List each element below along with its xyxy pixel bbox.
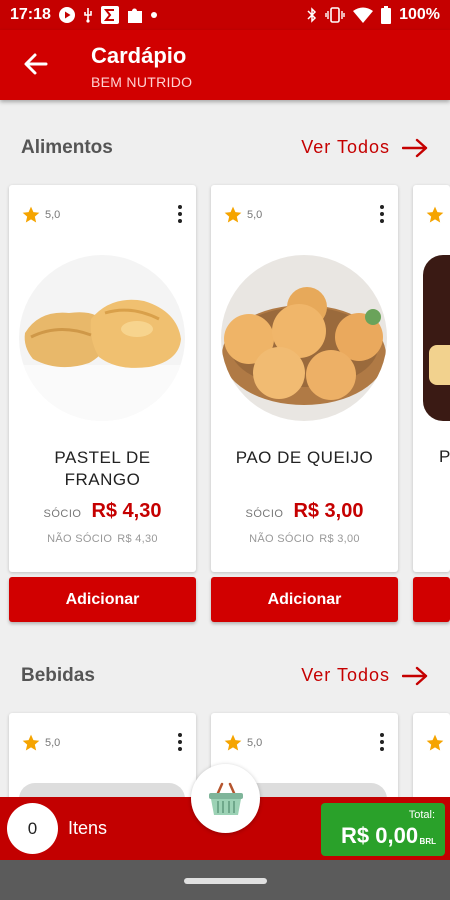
rating-value: 5,0 — [45, 737, 61, 749]
bluetooth-icon — [307, 7, 317, 23]
member-label: SÓCIO — [245, 508, 284, 520]
nonmember-price-row: NÃO SÓCIO R$ 3,00 — [211, 533, 398, 545]
total-label: Total: — [408, 809, 435, 821]
see-all-label: Ver Todos — [301, 665, 390, 685]
product-image-pastel — [19, 255, 185, 421]
member-price-row: SÓCIO R$ 3,00 — [211, 500, 398, 523]
system-nav-bar — [0, 860, 450, 900]
member-label: SÓCIO — [43, 508, 82, 520]
nonmember-price: R$ 3,00 — [319, 533, 360, 545]
see-all-alimentos-link[interactable]: Ver Todos — [301, 137, 428, 158]
rating-value: 5,0 — [247, 209, 263, 221]
product-image-pao-de-queijo — [221, 255, 387, 421]
app-bar: Cardápio BEM NUTRIDO — [0, 30, 450, 100]
sigma-icon — [100, 6, 119, 24]
more-options-icon[interactable] — [178, 733, 182, 751]
wifi-icon — [353, 7, 374, 23]
member-price-row: SÓCIO R$ 4,30 — [9, 500, 196, 523]
add-button[interactable]: Adicionar — [211, 577, 398, 622]
star-icon — [426, 734, 444, 751]
battery-percent: 100% — [399, 6, 440, 23]
more-options-icon[interactable] — [178, 205, 182, 223]
arrow-left-icon[interactable] — [22, 50, 50, 78]
nonmember-label: NÃO SÓCIO — [47, 533, 113, 545]
rating: 5,0 — [223, 733, 262, 753]
cart-items-label: Itens — [68, 818, 108, 838]
more-options-icon[interactable] — [380, 733, 384, 751]
product-image-partial — [423, 255, 450, 421]
nonmember-price: R$ 4,30 — [117, 533, 158, 545]
member-price: R$ 3,00 — [293, 500, 364, 522]
product-name: PASTEL DE FRANGO — [54, 448, 151, 489]
nonmember-label: NÃO SÓCIO — [249, 533, 315, 545]
basket-button[interactable] — [191, 764, 260, 833]
product-name: PAO DE QUEIJO — [235, 448, 374, 467]
cart-count: 0 — [7, 803, 58, 854]
rating: 5,0 — [21, 733, 60, 753]
play-icon — [58, 7, 75, 23]
member-price: R$ 4,30 — [91, 500, 162, 522]
battery-icon — [381, 6, 392, 24]
cart-total-button[interactable]: Total: R$ 0,00 BRL — [321, 803, 445, 856]
star-icon — [224, 734, 242, 751]
arrow-right-icon — [402, 138, 428, 157]
nonmember-price-row: NÃO SÓCIO R$ 4,30 — [9, 533, 196, 545]
product-card-partial[interactable]: P — [413, 185, 450, 572]
star-icon — [22, 734, 40, 751]
add-button[interactable]: Adicionar — [9, 577, 196, 622]
more-options-icon[interactable] — [380, 205, 384, 223]
see-all-label: Ver Todos — [301, 137, 390, 157]
see-all-bebidas-link[interactable]: Ver Todos — [301, 665, 428, 686]
section-title-alimentos: Alimentos — [21, 137, 113, 158]
product-card[interactable]: 5,0 PASTEL DE FRANGO SÓCIO R$ 4,30 NÃO S… — [9, 185, 196, 572]
star-icon — [224, 206, 242, 223]
total-value: R$ 0,00 — [341, 823, 419, 848]
vibrate-icon — [325, 7, 345, 23]
status-bar: 17:18 100% — [0, 0, 450, 30]
total-currency: BRL — [419, 837, 436, 846]
rating: 5,0 — [223, 205, 262, 225]
status-time: 17:18 — [10, 6, 51, 23]
section-title-bebidas: Bebidas — [21, 665, 95, 686]
arrow-right-icon — [402, 666, 428, 685]
star-icon — [426, 206, 444, 223]
page-title: Cardápio — [91, 43, 187, 68]
product-card[interactable]: 5,0 PAO DE QUEIJO SÓCIO R$ 3,00 NÃO SÓCI… — [211, 185, 398, 572]
star-icon — [22, 206, 40, 223]
usb-icon — [84, 8, 92, 23]
puzzle-icon — [127, 8, 142, 23]
home-gesture-handle[interactable] — [184, 878, 267, 884]
add-button-partial[interactable] — [413, 577, 450, 622]
page-subtitle: BEM NUTRIDO — [91, 74, 193, 90]
dot-icon — [150, 12, 157, 18]
product-name: P — [439, 447, 450, 466]
rating-value: 5,0 — [247, 737, 263, 749]
rating: 5,0 — [21, 205, 60, 225]
rating-value: 5,0 — [45, 209, 61, 221]
basket-icon — [208, 782, 243, 815]
